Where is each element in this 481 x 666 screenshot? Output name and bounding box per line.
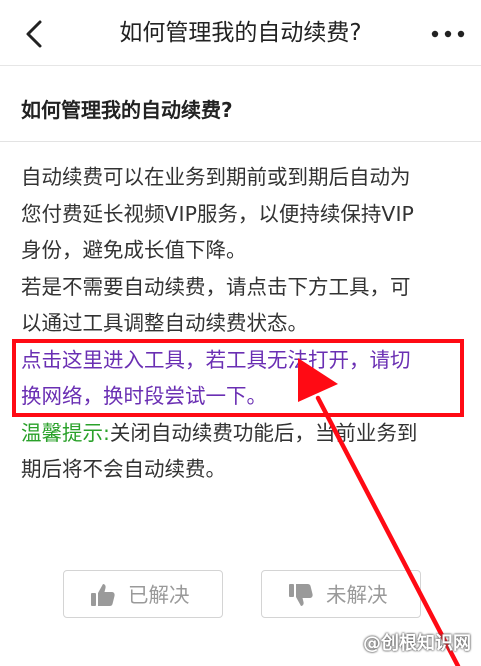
solved-button[interactable]: 已解决	[63, 570, 223, 618]
tip-label: 温馨提示:	[21, 420, 110, 445]
highlight-box	[12, 339, 464, 417]
more-dots-icon	[431, 30, 465, 38]
divider	[0, 141, 481, 142]
unsolved-label: 未解决	[326, 583, 388, 607]
answer-text-line: 身份，避免成长值下降。	[21, 238, 247, 262]
thumbs-up-icon	[91, 584, 115, 606]
answer-body: 自动续费可以在业务到期前或到期后自动为 您付费延长视频VIP服务，以便持续保持V…	[21, 159, 471, 488]
more-button[interactable]	[425, 14, 471, 54]
tip-line: 期后将不会自动续费。	[21, 457, 226, 481]
question-title: 如何管理我的自动续费?	[21, 98, 233, 122]
thumbs-down-icon	[289, 584, 313, 606]
unsolved-button[interactable]: 未解决	[261, 570, 421, 618]
watermark: @创根知识网	[363, 633, 471, 654]
solved-label: 已解决	[128, 583, 190, 607]
top-nav-bar: 如何管理我的自动续费?	[0, 0, 481, 66]
answer-text-line: 自动续费可以在业务到期前或到期后自动为	[21, 165, 411, 189]
page-title: 如何管理我的自动续费?	[119, 20, 362, 46]
chevron-left-icon	[26, 20, 42, 48]
back-button[interactable]	[16, 14, 56, 54]
tip-text: 关闭自动续费功能后，当前业务到	[109, 420, 418, 445]
tip-line: 温馨提示:关闭自动续费功能后，当前业务到	[21, 415, 471, 452]
answer-text-line: 若是不需要自动续费，请点击下方工具，可	[21, 274, 411, 299]
answer-text-line: 您付费延长视频VIP服务，以便持续保持VIP	[21, 201, 414, 226]
answer-text-line: 以通过工具调整自动续费状态。	[21, 311, 308, 335]
